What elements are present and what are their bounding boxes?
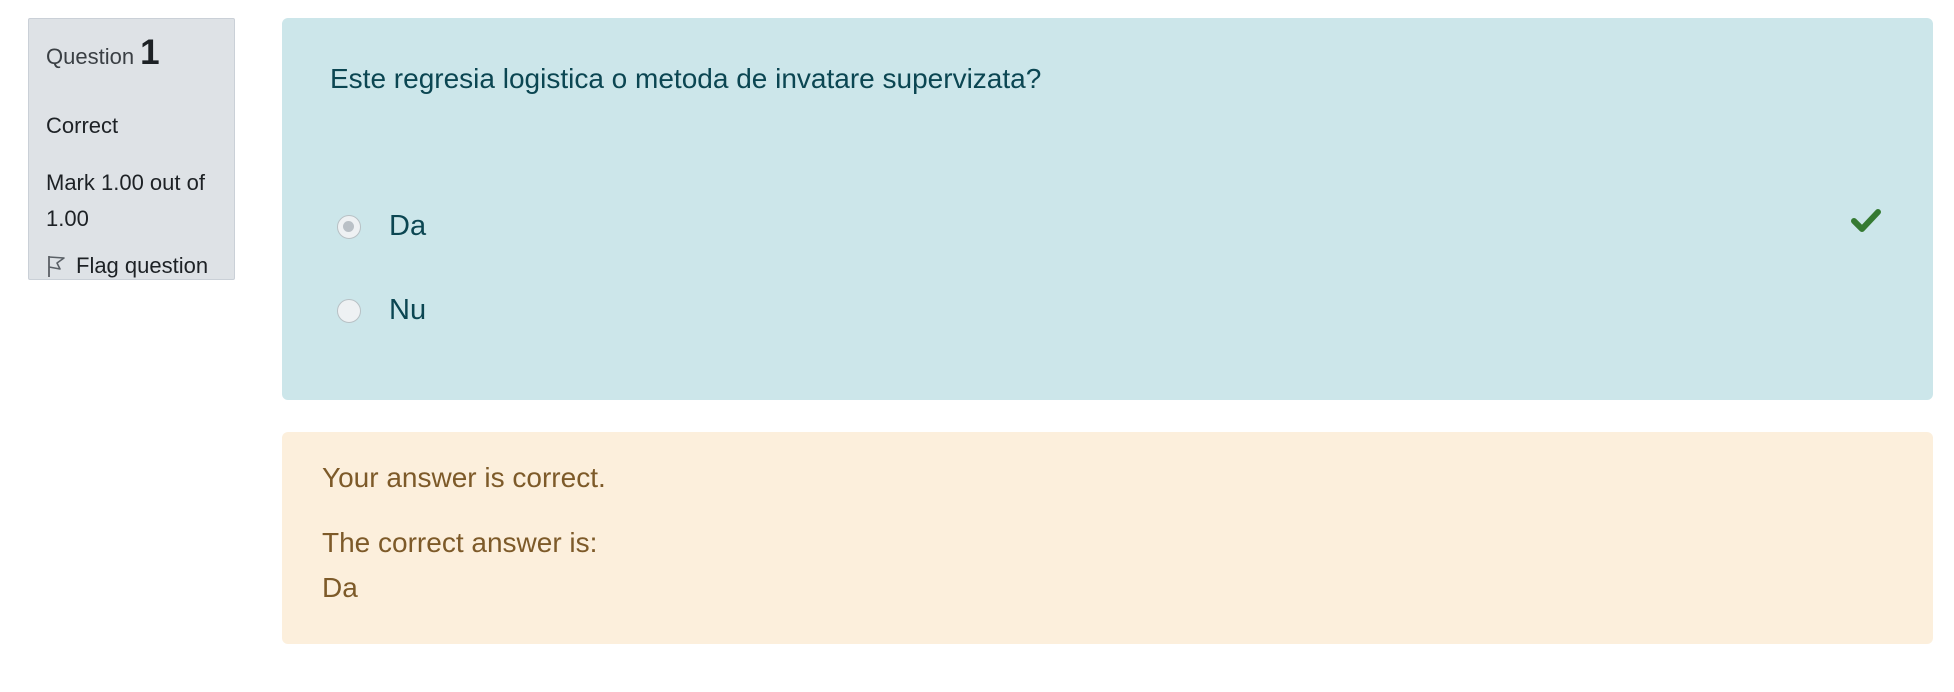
right-answer-label: The correct answer is: (322, 527, 598, 558)
flag-question-label: Flag question (76, 253, 209, 278)
right-answer-value: Da (322, 572, 358, 603)
question-formulation: Este regresia logistica o metoda de inva… (282, 18, 1933, 400)
question-number-value: 1 (140, 33, 160, 72)
question-state: Correct (46, 113, 119, 138)
answer-option-da[interactable]: Da (337, 210, 426, 243)
question-text: Este regresia logistica o metoda de inva… (330, 63, 1042, 94)
question-outcome: Your answer is correct. The correct answ… (282, 432, 1933, 644)
right-answer: The correct answer is: Da (322, 520, 597, 610)
question-number: Question 1 (46, 33, 160, 73)
flag-question-button[interactable]: Flag question (46, 253, 208, 279)
question-info-panel: Question 1 Correct Mark 1.00 out of 1.00 … (28, 18, 235, 280)
question-label: Question (46, 44, 135, 69)
question-grade: Mark 1.00 out of 1.00 (46, 170, 205, 231)
answer-radio-da[interactable] (337, 214, 361, 239)
general-feedback: Your answer is correct. (322, 462, 606, 493)
answer-radio-nu[interactable] (337, 298, 361, 323)
flag-icon (48, 256, 65, 277)
answer-label-da: Da (389, 210, 427, 242)
check-icon (1851, 209, 1881, 232)
answer-option-nu[interactable]: Nu (337, 294, 426, 327)
answer-label-nu: Nu (389, 294, 427, 326)
